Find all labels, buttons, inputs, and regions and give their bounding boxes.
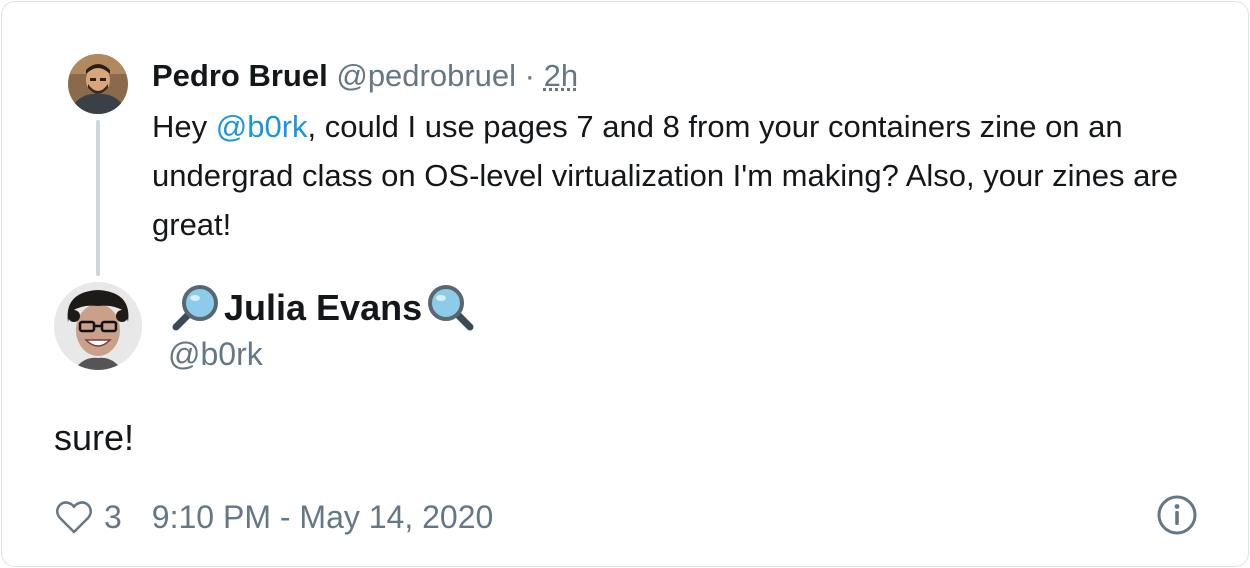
- parent-author-name[interactable]: Pedro Bruel: [152, 58, 328, 93]
- pedro-avatar[interactable]: [68, 54, 128, 114]
- main-author-name-row[interactable]: Julia Evans: [168, 282, 478, 334]
- main-author-name: Julia Evans: [224, 287, 423, 328]
- main-tweet-text: sure!: [54, 417, 135, 458]
- header-separator: ·: [524, 58, 535, 93]
- like-count[interactable]: 3: [104, 499, 122, 536]
- main-author-handle[interactable]: @b0rk: [168, 336, 263, 373]
- tweet-embed-card: Pedro Bruel @pedrobruel · 2h Hey @b0rk, …: [1, 1, 1249, 567]
- parent-tweet-header: Pedro Bruel @pedrobruel · 2h: [152, 56, 578, 96]
- parent-tweet-text: Hey @b0rk, could I use pages 7 and 8 fro…: [152, 102, 1232, 249]
- thread-connector-line: [96, 120, 100, 276]
- info-icon[interactable]: [1156, 494, 1198, 536]
- magnifying-glass-right-icon: [428, 285, 474, 331]
- magnifying-glass-left-icon: [172, 285, 218, 331]
- parent-text-start: Hey: [152, 109, 216, 144]
- parent-author-handle[interactable]: @pedrobruel: [336, 58, 516, 93]
- julia-avatar[interactable]: [54, 282, 142, 370]
- tweet-footer: 3 9:10 PM - May 14, 2020: [54, 494, 493, 540]
- mention-link[interactable]: @b0rk: [216, 109, 308, 144]
- heart-icon[interactable]: [54, 497, 94, 537]
- parent-timestamp-link[interactable]: 2h: [544, 58, 578, 93]
- tweet-datetime-link[interactable]: 9:10 PM - May 14, 2020: [152, 499, 494, 536]
